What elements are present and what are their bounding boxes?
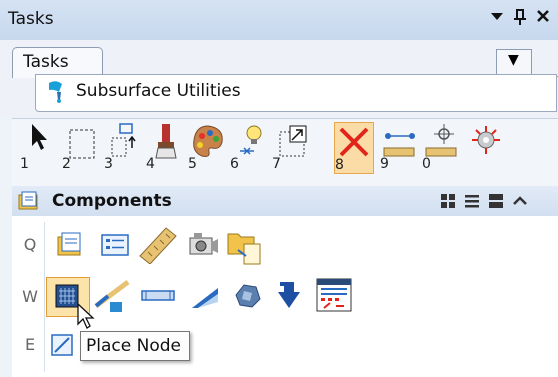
components-folder-icon[interactable] [54,228,88,262]
row-key-w: W [22,287,38,306]
tool-num: 2 [62,156,71,172]
pipe-icon[interactable] [138,281,178,311]
tooltip: Place Node [80,331,190,361]
tool-num: 6 [230,156,239,172]
element-selection-icon [32,124,47,150]
tasks-dropdown-button[interactable]: ▼ [496,49,532,75]
tooltip-text: Place Node [86,336,181,356]
chevron-down-icon [491,13,503,20]
tool-snap-target[interactable] [466,122,504,172]
tool-delete[interactable]: 8 [334,122,374,174]
folder-document-icon[interactable] [226,226,264,266]
rock-icon[interactable] [230,279,264,313]
tool-num: 9 [380,156,389,172]
mouse-cursor-icon [77,302,95,329]
ruler-icon[interactable] [138,226,178,264]
pin-icon [514,9,526,25]
detail-view-icon[interactable] [488,193,504,209]
task-item-label: Subsurface Utilities [76,81,241,101]
connector-icon[interactable] [92,276,132,316]
chevron-down-icon: ▼ [508,52,519,68]
grid-view-icon[interactable] [440,193,456,209]
tool-brush[interactable]: 4 [146,122,184,172]
tool-num: 4 [146,156,155,172]
row-key-e: E [24,335,36,354]
tab-tasks-label: Tasks [23,52,69,72]
pin-button[interactable] [513,8,527,30]
tool-dimension[interactable]: 0 [422,122,460,172]
cone-icon[interactable] [188,280,222,314]
edit-icon[interactable] [50,332,76,358]
tool-num: 7 [272,156,281,172]
tool-element-selection[interactable]: 1 [20,122,58,172]
snap-target-icon [472,126,500,154]
panel-titlebar [0,0,558,41]
row-key-q: Q [23,235,37,254]
components-title: Components [52,191,172,211]
report-icon[interactable] [314,276,354,314]
row-divider [44,222,45,372]
tool-move[interactable]: 3 [104,122,142,172]
collapse-up-icon[interactable] [512,193,528,209]
tool-num: 1 [20,156,29,172]
tool-scale[interactable]: 7 [272,122,310,172]
tool-measure[interactable]: 9 [380,122,418,172]
tool-lightbulb[interactable]: 6 [230,122,268,172]
components-folder-icon [18,191,38,210]
camera-icon[interactable] [186,228,220,262]
tool-palette[interactable]: 5 [188,122,226,172]
tool-num: 0 [422,156,431,172]
close-icon [537,10,549,22]
close-button[interactable] [536,8,550,27]
tool-fence[interactable]: 2 [62,122,100,172]
list-view-icon[interactable] [464,193,480,209]
tool-num: 3 [104,156,113,172]
tool-num: 5 [188,156,197,172]
tool-num: 8 [335,157,344,173]
node-list-icon[interactable] [98,228,132,262]
panel-menu-button[interactable] [490,8,504,27]
subsurface-utilities-icon [49,81,62,103]
arrow-down-icon[interactable] [272,278,306,312]
panel-title: Tasks [8,9,54,29]
